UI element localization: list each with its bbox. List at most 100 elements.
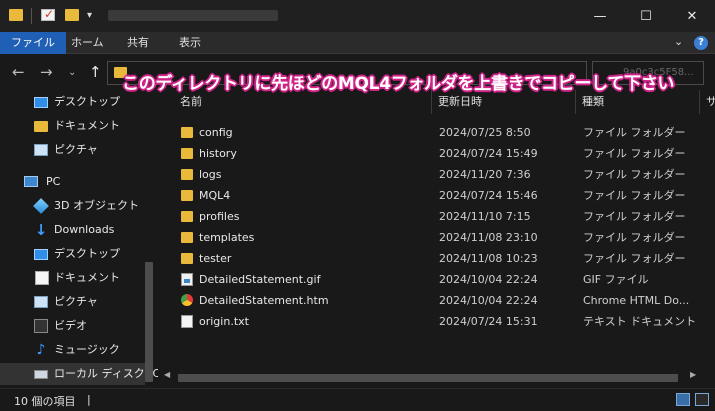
pictures-icon xyxy=(34,144,48,156)
folder-icon xyxy=(181,232,193,243)
forward-button[interactable]: → xyxy=(40,63,53,81)
drive-icon xyxy=(34,370,48,379)
table-row[interactable]: origin.txt 2024/07/24 15:31 テキスト ドキュメント xyxy=(174,311,714,332)
table-row[interactable]: config 2024/07/25 8:50 ファイル フォルダー xyxy=(174,122,714,143)
file-name: history xyxy=(199,147,237,160)
maximize-button[interactable]: ☐ xyxy=(623,0,669,32)
details-view-button[interactable] xyxy=(676,393,690,406)
tab-share[interactable]: 共有 xyxy=(116,32,160,54)
table-row[interactable]: profiles 2024/11/10 7:15 ファイル フォルダー xyxy=(174,206,714,227)
table-row[interactable]: tester 2024/11/08 10:23 ファイル フォルダー xyxy=(174,248,714,269)
nav-item-label: デスクトップ xyxy=(54,95,120,108)
back-button[interactable]: ← xyxy=(12,63,25,81)
nav-item-desktop[interactable]: デスクトップ xyxy=(0,91,145,113)
instruction-annotation: このディレクトリに先ほどのMQL4フォルダを上書きでコピーして下さい xyxy=(122,74,675,94)
ribbon-tabs: ファイル ホーム 共有 表示 ⌄ ? xyxy=(0,32,715,54)
nav-item-label: ドキュメント xyxy=(54,271,120,284)
nav-item-label: ピクチャ xyxy=(54,295,98,308)
nav-item-label: PC xyxy=(46,175,61,188)
table-row[interactable]: templates 2024/11/08 23:10 ファイル フォルダー xyxy=(174,227,714,248)
file-date: 2024/07/24 15:31 xyxy=(439,315,538,328)
close-button[interactable]: ✕ xyxy=(669,0,715,32)
nav-item-label: 3D オブジェクト xyxy=(54,199,139,212)
video-icon xyxy=(34,319,48,333)
pc-icon xyxy=(24,176,38,187)
file-name: profiles xyxy=(199,210,240,223)
nav-scrollbar[interactable] xyxy=(145,262,153,382)
nav-item-label: ドキュメント xyxy=(54,119,120,132)
file-name: templates xyxy=(199,231,255,244)
nav-item-music[interactable]: ♪ ミュージック xyxy=(0,339,145,361)
help-icon[interactable]: ? xyxy=(694,36,708,50)
document-icon xyxy=(35,271,49,285)
desktop-icon xyxy=(34,97,48,108)
large-icons-view-button[interactable] xyxy=(695,393,709,406)
download-icon: ↓ xyxy=(34,221,48,239)
file-date: 2024/11/20 7:36 xyxy=(439,168,531,181)
nav-item-local-disk[interactable]: ローカル ディスク (C xyxy=(0,363,158,385)
file-name: DetailedStatement.htm xyxy=(199,294,329,307)
tab-home[interactable]: ホーム xyxy=(60,32,115,54)
file-date: 2024/07/24 15:49 xyxy=(439,147,538,160)
folder-icon xyxy=(181,148,193,159)
file-date: 2024/10/04 22:24 xyxy=(439,294,538,307)
tab-file[interactable]: ファイル xyxy=(0,32,66,54)
text-file-icon xyxy=(181,315,193,328)
up-button[interactable]: ↑ xyxy=(89,63,102,81)
nav-item-pictures[interactable]: ピクチャ xyxy=(0,139,145,161)
file-type: ファイル フォルダー xyxy=(583,126,686,139)
file-type: ファイル フォルダー xyxy=(583,189,686,202)
file-list: 名前 更新日時 種類 サ config 2024/07/25 8:50 ファイル… xyxy=(160,90,715,386)
status-bar: 10 個の項目 | xyxy=(0,388,715,411)
horizontal-scrollbar[interactable]: ◀ ▶ xyxy=(160,370,700,384)
file-name: DetailedStatement.gif xyxy=(199,273,321,286)
nav-item-documents[interactable]: ドキュメント xyxy=(0,115,145,137)
file-name: tester xyxy=(199,252,232,265)
file-date: 2024/11/08 23:10 xyxy=(439,231,538,244)
file-type: GIF ファイル xyxy=(583,273,649,286)
file-type: ファイル フォルダー xyxy=(583,147,686,160)
nav-item-desktop-pc[interactable]: デスクトップ xyxy=(0,243,145,265)
minimize-button[interactable]: — xyxy=(577,0,623,32)
file-type: ファイル フォルダー xyxy=(583,210,686,223)
scrollbar-thumb[interactable] xyxy=(178,374,678,382)
item-count: 10 個の項目 xyxy=(14,395,76,408)
file-date: 2024/10/04 22:24 xyxy=(439,273,538,286)
folder-icon xyxy=(181,211,193,222)
nav-item-downloads[interactable]: ↓ Downloads xyxy=(0,219,145,241)
status-separator: | xyxy=(87,393,91,406)
quick-access-dropdown-icon[interactable]: ▾ xyxy=(87,10,92,21)
properties-icon[interactable] xyxy=(41,7,55,21)
table-row[interactable]: history 2024/07/24 15:49 ファイル フォルダー xyxy=(174,143,714,164)
file-date: 2024/07/25 8:50 xyxy=(439,126,531,139)
nav-item-pc[interactable]: PC xyxy=(0,171,145,193)
ribbon-expand-icon[interactable]: ⌄ xyxy=(674,35,683,48)
file-date: 2024/11/10 7:15 xyxy=(439,210,531,223)
new-folder-icon[interactable] xyxy=(65,9,79,21)
file-name: origin.txt xyxy=(199,315,249,328)
folder-icon xyxy=(181,127,193,138)
file-type: ファイル フォルダー xyxy=(583,168,686,181)
column-header-size[interactable]: サ xyxy=(700,90,715,114)
recent-locations-button[interactable]: ⌄ xyxy=(68,67,76,78)
file-type: テキスト ドキュメント xyxy=(583,315,697,328)
nav-item-label: ローカル ディスク (C xyxy=(54,367,158,380)
file-name: config xyxy=(199,126,233,139)
nav-item-documents-pc[interactable]: ドキュメント xyxy=(0,267,145,289)
scroll-left-icon[interactable]: ◀ xyxy=(164,370,170,379)
desktop-icon xyxy=(34,249,48,260)
nav-item-label: Downloads xyxy=(54,223,115,236)
file-type: ファイル フォルダー xyxy=(583,252,686,265)
table-row[interactable]: DetailedStatement.gif 2024/10/04 22:24 G… xyxy=(174,269,714,290)
table-row[interactable]: DetailedStatement.htm 2024/10/04 22:24 C… xyxy=(174,290,714,311)
pictures-icon xyxy=(34,296,48,308)
nav-item-videos[interactable]: ビデオ xyxy=(0,315,145,337)
scroll-right-icon[interactable]: ▶ xyxy=(690,370,696,379)
tab-view[interactable]: 表示 xyxy=(168,32,212,54)
table-row[interactable]: logs 2024/11/20 7:36 ファイル フォルダー xyxy=(174,164,714,185)
window-title-redacted xyxy=(108,10,278,21)
folder-icon xyxy=(181,253,193,264)
table-row[interactable]: MQL4 2024/07/24 15:46 ファイル フォルダー xyxy=(174,185,714,206)
nav-item-3d-objects[interactable]: 3D オブジェクト xyxy=(0,195,145,217)
nav-item-pictures-pc[interactable]: ピクチャ xyxy=(0,291,145,313)
